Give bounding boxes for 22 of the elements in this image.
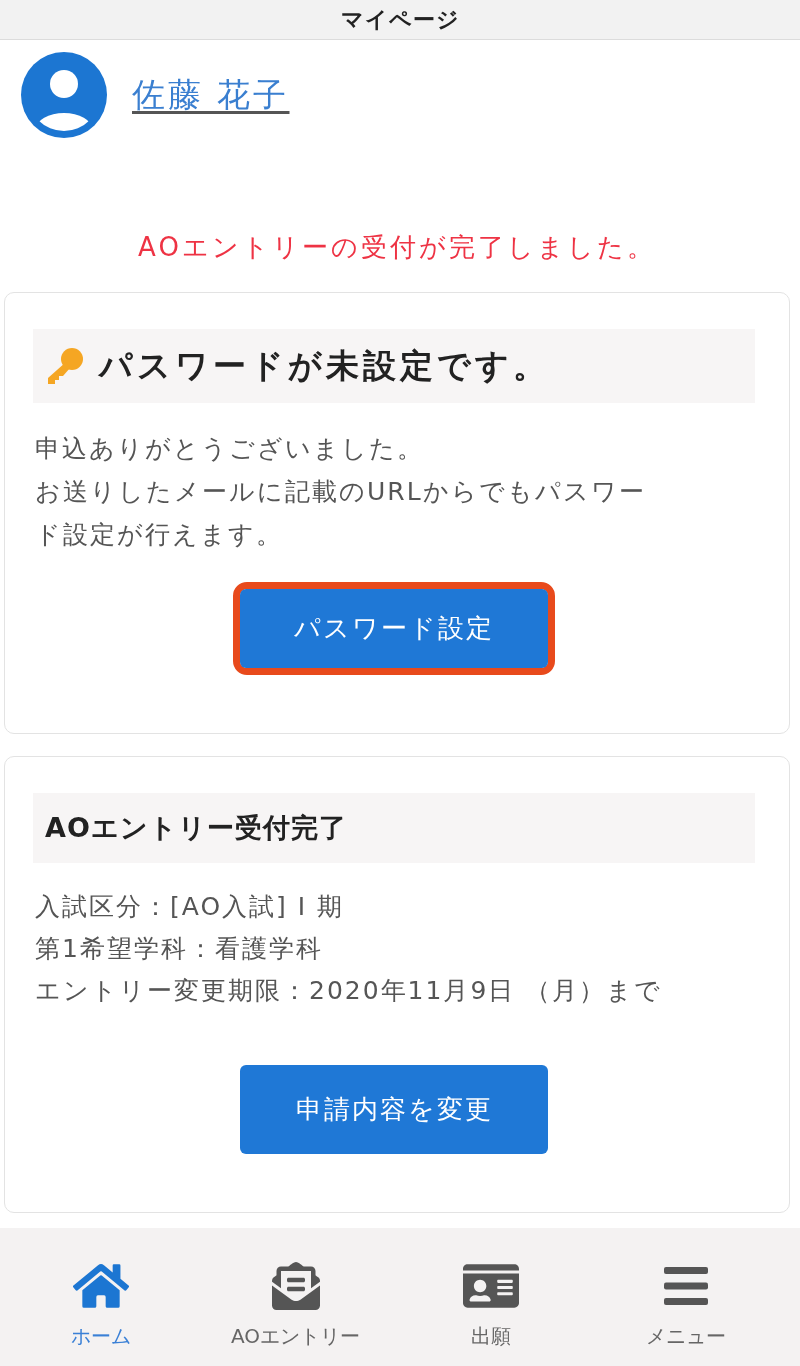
open-envelope-icon [271,1262,320,1310]
user-name-link[interactable]: 佐藤 花子 [132,72,290,118]
menu-icon [663,1267,708,1305]
action-button[interactable]: パスワード設定 [240,589,548,668]
nav-tab[interactable]: ホーム [3,1228,198,1366]
home-icon [72,1261,129,1311]
card-text: お送りしたメールに記載のURLからでもパスワード設定が行えます。 [35,476,647,551]
key-icon [45,346,85,386]
nav-tab[interactable]: メニュー [588,1228,783,1366]
id-card-icon [462,1261,519,1311]
card-text: エントリー変更期限：2020年11月9日 （月）まで [35,975,664,1007]
page-title: マイページ [340,5,460,34]
nav-tab[interactable]: 出願 [393,1228,588,1366]
card-title: パスワードが未設定です。 [99,344,550,387]
action-button[interactable]: 申請内容を変更 [240,1065,548,1154]
card-text: 申込ありがとうございました。 [35,433,425,465]
avatar-icon [21,52,107,138]
card-text: 第1希望学科：看護学科 [35,933,324,965]
card-title: AOエントリー受付完了 [45,811,347,845]
status-message: AOエントリーの受付が完了しました。 [137,231,657,264]
card-text: 入試区分：[AO入試] I 期 [35,891,346,923]
nav-tab[interactable]: AOエントリー [198,1228,393,1366]
